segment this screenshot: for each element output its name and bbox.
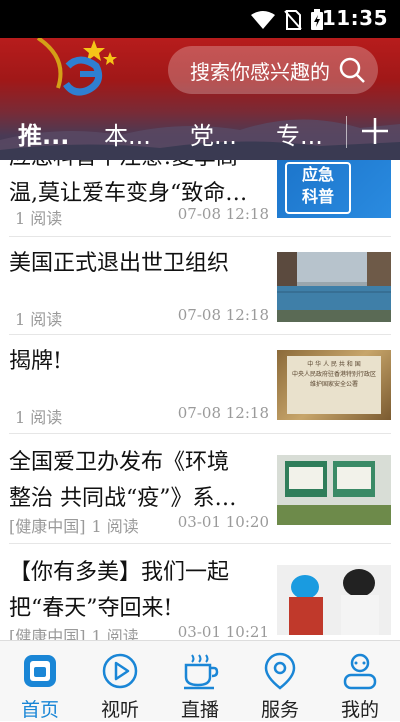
news-time: 03-01 10:20 xyxy=(177,513,269,531)
bottom-nav: 首页 视听 直播 服务 我的 xyxy=(0,640,400,721)
news-title: 揭牌! xyxy=(9,349,62,374)
thumb-caption: 维护国家安全公署 xyxy=(309,381,358,388)
news-source: [健康中国] xyxy=(9,627,86,640)
home-icon xyxy=(24,655,56,687)
news-thumbnail xyxy=(277,455,391,525)
no-sim-icon xyxy=(284,10,302,30)
news-title: 美国正式退出世卫组织 xyxy=(9,251,230,276)
news-title: 【你有多美】我们一起 把“春天”夺回来! xyxy=(9,555,271,627)
thumb-caption: 中央人民政府驻香港特别行政区 xyxy=(291,371,376,378)
news-time: 07-08 12:18 xyxy=(177,205,269,223)
news-title: 全国爱卫办发布《环境 整治 共同战“疫”》系… xyxy=(9,445,271,517)
profile-icon xyxy=(343,653,377,690)
nav-home-label: 首页 xyxy=(20,699,59,721)
read-count: 1 阅读 xyxy=(15,408,63,427)
tab-special[interactable]: 专... xyxy=(276,116,323,151)
play-icon xyxy=(102,653,138,689)
item-divider xyxy=(9,433,391,434)
search-placeholder: 搜索你感兴趣的 xyxy=(190,59,330,84)
news-item[interactable]: 全国爱卫办发布《环境 整治 共同战“疫”》系… [健康中国] 1 阅读 03-01… xyxy=(0,435,400,545)
news-list: 应急科普丨注意!夏季高 温,莫让爱车变身“致命… 1 阅读 07-08 12:1… xyxy=(0,140,400,640)
news-thumbnail xyxy=(277,252,391,322)
read-count: 1 阅读 xyxy=(15,209,63,228)
nav-live-label: 直播 xyxy=(180,699,219,721)
thumb-caption: 科普 xyxy=(301,187,334,206)
news-title-line: 【你有多美】我们一起 xyxy=(9,560,230,585)
nav-profile-label: 我的 xyxy=(340,699,379,721)
search-icon[interactable] xyxy=(338,56,366,84)
tab-recommend[interactable]: 推... xyxy=(18,116,69,151)
news-time: 07-08 12:18 xyxy=(177,306,269,324)
news-meta: 1 阅读 07-08 12:18 xyxy=(9,205,269,229)
news-source: [健康中国] xyxy=(9,517,86,536)
search-bar[interactable]: 搜索你感兴趣的 xyxy=(168,46,378,94)
news-time: 03-01 10:21 xyxy=(177,623,269,640)
category-tabs: 推... 本... 党... 专... xyxy=(0,104,400,160)
news-meta: 1 阅读 07-08 12:18 xyxy=(9,306,269,330)
thumb-caption: 中 华 人 民 共 和 国 xyxy=(307,361,361,368)
nav-service[interactable]: 服务 xyxy=(240,641,320,721)
wifi-icon xyxy=(251,11,275,29)
news-thumbnail: 中 华 人 民 共 和 国 中央人民政府驻香港特别行政区 维护国家安全公署 xyxy=(277,350,391,420)
news-meta: 1 阅读 07-08 12:18 xyxy=(9,404,269,428)
nav-video-label: 视听 xyxy=(100,699,139,721)
news-title-line: 整治 共同战“疫”》系… xyxy=(9,486,237,511)
news-meta: [健康中国] 1 阅读 03-01 10:20 xyxy=(9,513,269,537)
nav-service-label: 服务 xyxy=(260,699,299,721)
news-item[interactable]: 揭牌! 1 阅读 07-08 12:18 中 华 人 民 共 和 国 中央人民政… xyxy=(0,336,400,435)
cup-icon xyxy=(184,654,219,690)
app-header: 搜索你感兴趣的 推... 本... 党... 专... xyxy=(0,38,400,160)
item-divider xyxy=(9,334,391,335)
tabs-divider xyxy=(346,116,347,148)
status-bar: 11:35 xyxy=(0,0,400,38)
nav-profile[interactable]: 我的 xyxy=(320,641,400,721)
news-item[interactable]: 【你有多美】我们一起 把“春天”夺回来! [健康中国] 1 阅读 03-01 10… xyxy=(0,545,400,640)
news-meta: [健康中国] 1 阅读 03-01 10:21 xyxy=(9,623,269,640)
location-pin-icon xyxy=(264,652,296,690)
news-photo xyxy=(277,565,391,635)
read-count: 1 阅读 xyxy=(15,310,63,329)
news-thumbnail: 应急 科普 xyxy=(277,150,391,218)
news-thumbnail xyxy=(277,565,391,635)
nav-live[interactable]: 直播 xyxy=(160,641,240,721)
add-tab-icon[interactable] xyxy=(360,114,390,148)
thumb-caption: 应急 xyxy=(301,165,334,184)
tab-local[interactable]: 本... xyxy=(104,116,151,151)
news-title-line: 把“春天”夺回来! xyxy=(9,596,173,621)
logo-icon xyxy=(36,38,117,96)
read-count: 1 阅读 xyxy=(91,517,139,536)
news-photo xyxy=(277,455,391,525)
news-item[interactable]: 美国正式退出世卫组织 1 阅读 07-08 12:18 xyxy=(0,238,400,336)
status-time: 11:35 xyxy=(321,6,388,30)
nav-home[interactable]: 首页 xyxy=(0,641,80,721)
news-time: 07-08 12:18 xyxy=(177,404,269,422)
item-divider xyxy=(9,236,391,237)
item-divider xyxy=(9,543,391,544)
news-photo xyxy=(277,252,391,322)
nav-video[interactable]: 视听 xyxy=(80,641,160,721)
news-title-line: 全国爱卫办发布《环境 xyxy=(9,450,230,475)
tab-party[interactable]: 党... xyxy=(190,116,237,151)
read-count: 1 阅读 xyxy=(91,627,139,640)
